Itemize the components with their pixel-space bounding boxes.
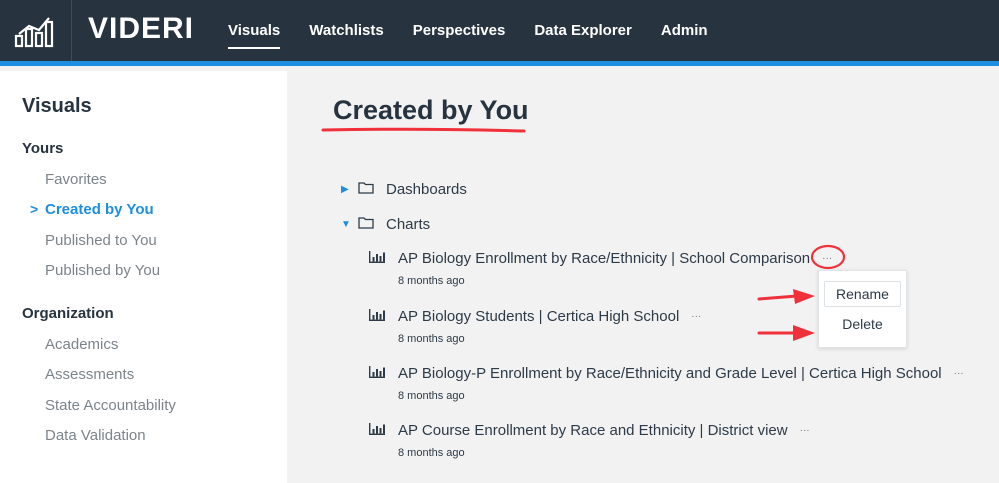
list-item: AP Biology-P Enrollment by Race/Ethnicit… <box>369 365 964 402</box>
sidebar: Visuals Yours Favorites > Created by You… <box>0 71 287 483</box>
sidebar-item-academics[interactable]: Academics <box>45 336 118 353</box>
chart-title-link[interactable]: AP Biology Enrollment by Race/Ethnicity … <box>398 250 810 267</box>
menu-item-delete[interactable]: Delete <box>824 311 901 337</box>
chart-timestamp: 8 months ago <box>398 333 465 345</box>
chart-title-link[interactable]: AP Biology-P Enrollment by Race/Ethnicit… <box>398 365 942 382</box>
top-navigation-bar: VIDERI Visuals Watchlists Perspectives D… <box>0 0 999 66</box>
list-item: AP Course Enrollment by Race and Ethnici… <box>369 422 810 459</box>
chevron-right-icon: > <box>30 201 39 217</box>
folder-open-icon <box>358 216 374 233</box>
nav-item-admin[interactable]: Admin <box>661 0 708 61</box>
main-content: Created by You ▶ Dashboards ▼ Charts AP … <box>287 71 999 483</box>
brand-name[interactable]: VIDERI <box>88 12 194 46</box>
chart-timestamp: 8 months ago <box>398 447 465 459</box>
more-options-button[interactable]: ··· <box>954 368 964 379</box>
bar-chart-icon <box>369 308 385 325</box>
nav-item-data-explorer[interactable]: Data Explorer <box>534 0 632 61</box>
sidebar-item-favorites[interactable]: Favorites <box>45 171 107 188</box>
caret-right-icon: ▶ <box>341 184 349 195</box>
circle-annotation <box>810 244 846 270</box>
more-options-button[interactable]: ··· <box>800 425 810 436</box>
sidebar-item-state-accountability[interactable]: State Accountability <box>45 397 176 414</box>
list-item: AP Biology Enrollment by Race/Ethnicity … <box>369 250 832 287</box>
folder-charts[interactable]: ▼ Charts <box>341 216 430 233</box>
more-options-button[interactable]: ··· <box>691 311 701 322</box>
sidebar-item-published-by-you[interactable]: Published by You <box>45 262 160 279</box>
caret-down-icon: ▼ <box>341 219 351 230</box>
chart-title-link[interactable]: AP Biology Students | Certica High Schoo… <box>398 308 679 325</box>
sidebar-item-label: Created by You <box>45 201 154 218</box>
nav-item-visuals[interactable]: Visuals <box>228 0 281 61</box>
sidebar-item-published-to-you[interactable]: Published to You <box>45 232 157 249</box>
sidebar-item-data-validation[interactable]: Data Validation <box>45 427 146 444</box>
context-menu: Rename Delete <box>818 270 907 348</box>
arrow-annotation <box>757 289 815 304</box>
sidebar-item-created-by-you[interactable]: > Created by You <box>30 201 154 218</box>
list-item: AP Biology Students | Certica High Schoo… <box>369 308 701 345</box>
folder-dashboards[interactable]: ▶ Dashboards <box>341 181 467 198</box>
bar-chart-icon <box>369 365 385 382</box>
bar-chart-icon <box>369 422 385 439</box>
sidebar-section-yours: Yours <box>22 140 64 157</box>
title-underline-annotation <box>321 127 526 133</box>
arrow-annotation <box>757 325 815 341</box>
folder-icon <box>358 181 374 198</box>
main-nav: Visuals Watchlists Perspectives Data Exp… <box>228 0 737 61</box>
page-title: Created by You <box>333 95 529 125</box>
sidebar-title: Visuals <box>22 95 92 117</box>
chart-timestamp: 8 months ago <box>398 390 465 402</box>
bar-chart-icon <box>369 250 385 267</box>
folder-label: Charts <box>386 216 431 233</box>
nav-item-perspectives[interactable]: Perspectives <box>413 0 506 61</box>
sidebar-section-organization: Organization <box>22 305 114 322</box>
chart-title-link[interactable]: AP Course Enrollment by Race and Ethnici… <box>398 422 788 439</box>
bar-chart-logo-icon[interactable] <box>0 0 72 61</box>
nav-item-watchlists[interactable]: Watchlists <box>309 0 383 61</box>
menu-item-rename[interactable]: Rename <box>824 281 901 307</box>
sidebar-item-assessments[interactable]: Assessments <box>45 366 134 383</box>
folder-label: Dashboards <box>386 181 467 198</box>
